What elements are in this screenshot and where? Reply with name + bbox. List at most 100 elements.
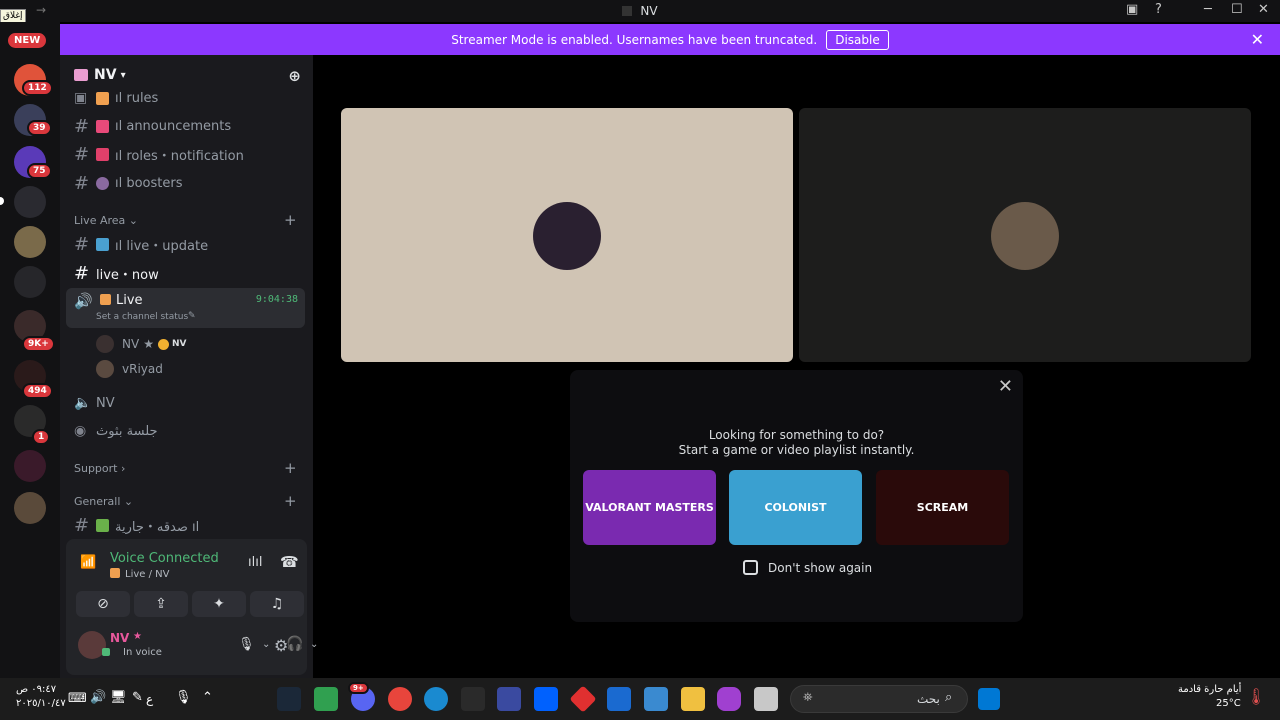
windows-start-icon[interactable] [978,688,1000,710]
outlook-icon[interactable] [607,687,631,711]
chrome-icon[interactable] [388,687,412,711]
clock-date[interactable]: ٢٠٢٥/١٠/٤٧ [16,698,66,709]
camera-off-button[interactable]: ⊘ [76,591,130,617]
participant-tile[interactable] [799,108,1251,362]
chevron-down-icon[interactable]: ⌄ [310,639,318,650]
close-tag[interactable]: إغلاق [0,9,26,23]
clock-time[interactable]: ٠٩:٤٧ ص [16,684,56,695]
avatar [96,360,114,378]
epic-games-icon[interactable] [461,687,485,711]
guild-icon [74,69,88,81]
dropbox-icon[interactable] [534,687,558,711]
voice-channel-live[interactable]: 🔊 Live 9:04:38 Set a channel status ✎ [66,288,305,328]
server-folder-icon[interactable] [14,266,46,298]
volume-icon[interactable]: 🔊 [90,690,106,705]
stage-channel[interactable]: ◉ جلسة بثوث [66,418,307,444]
disable-streamer-button[interactable]: Disable [826,29,889,50]
stage-icon: ◉ [74,423,87,439]
dismiss-banner-icon[interactable]: ✕ [1251,30,1264,49]
channel-status[interactable]: Set a channel status [96,312,188,322]
chevron-up-icon[interactable]: ⌃ [202,690,213,705]
add-channel-icon[interactable]: + [284,492,297,510]
category-live-area[interactable]: Live Area ⌄ + [74,211,297,229]
edge-icon[interactable] [424,687,448,711]
file-explorer-icon[interactable] [681,687,705,711]
screen-share-button[interactable]: ⇪ [134,591,188,617]
weather-temp[interactable]: 25°C [1216,698,1241,709]
gamebar-icon[interactable] [314,687,338,711]
notification-icon[interactable]: ✎ [132,690,143,705]
category-support[interactable]: Support › + [74,459,297,477]
inbox-icon[interactable]: ▣ [1126,2,1138,17]
language-indicator[interactable]: ع [146,692,153,706]
channel-boosters[interactable]: # ıl boosters [66,170,307,196]
game-card-valorant[interactable]: VALORANT MASTERS [583,470,716,545]
game-card-scream[interactable]: SCREAM [876,470,1009,545]
category-general[interactable]: Generall ⌄ + [74,492,297,510]
participant-tile[interactable] [341,108,793,362]
maximize-icon[interactable]: ☐ [1231,2,1243,17]
channel-announcements[interactable]: # ıl announcements [66,113,307,139]
help-icon[interactable]: ? [1155,2,1162,17]
channel-live-now[interactable]: # live・now [66,260,307,286]
channel-rules[interactable]: ▣ ıl rules [66,86,307,110]
server-icon[interactable] [14,186,46,218]
disconnect-icon[interactable]: ☎ [280,553,299,571]
add-channel-icon[interactable]: + [284,211,297,229]
network-icon[interactable]: 🖥 [110,690,127,705]
voice-user[interactable]: vRiyad [96,360,163,378]
microphone-icon[interactable]: 🎙 [175,690,192,705]
soundboard-button[interactable]: ♫ [250,591,304,617]
lighthouse-icon: ⛯ [803,690,813,704]
noise-suppression-icon[interactable]: ılıl [248,555,262,570]
channel-sadaqa[interactable]: # صدقه・جارية ıl [66,512,307,538]
steam-icon[interactable] [277,687,301,711]
server-icon[interactable] [14,492,46,524]
microphone-icon[interactable]: 🎙 [238,637,255,652]
rules-channel-icon: ▣ [74,90,88,106]
booster-icon [96,176,109,190]
game-title: SCREAM [916,501,969,514]
search-placeholder: بحث [917,692,940,706]
server-icon[interactable] [14,450,46,482]
activity-subheadline: Start a game or video playlist instantly… [678,443,915,457]
channel-name: ıl live・update [115,238,209,254]
copilot-icon[interactable] [717,687,741,711]
thermometer-icon[interactable]: 🌡 [1246,687,1266,706]
hash-icon: # [74,514,90,536]
tray-icon[interactable]: ⌨ [68,691,87,706]
taskbar-search[interactable]: ⛯ بحث ⌕ [790,685,968,713]
pencil-icon[interactable]: ✎ [188,311,196,321]
close-icon[interactable]: ✕ [998,376,1013,397]
add-channel-icon[interactable]: + [284,459,297,477]
voice-connected-label[interactable]: Voice Connected [110,551,219,566]
signal-icon[interactable]: 📶 [80,555,96,570]
app-icon[interactable] [497,687,521,711]
channel-name: NV [96,395,115,411]
weather-text[interactable]: أيام حارة قادمة [1178,684,1241,695]
close-window-icon[interactable]: ✕ [1258,2,1269,17]
dont-show-again[interactable]: Don't show again [743,560,872,575]
app-icon[interactable] [754,687,778,711]
voice-user[interactable]: NV ★ NV [96,335,186,353]
game-card-colonist[interactable]: COLONIST [729,470,862,545]
channel-name: ıl announcements [115,118,232,134]
voice-location[interactable]: Live / NV [125,569,169,580]
channel-roles[interactable]: # ıl roles・notification [66,141,307,167]
hash-icon: # [74,172,90,194]
store-icon[interactable] [644,687,668,711]
settings-icon[interactable]: ⚙ [274,636,288,655]
dont-show-checkbox[interactable] [743,560,758,575]
server-icon[interactable] [14,226,46,258]
chevron-down-icon[interactable]: ⌄ [262,639,270,650]
minimize-icon[interactable]: ─ [1204,2,1212,17]
channel-emoji-icon [110,568,120,578]
app-icon[interactable] [569,685,597,713]
channel-live-update[interactable]: # ıl live・update [66,231,307,257]
voice-channel-nv[interactable]: 🔈 NV [66,390,307,416]
back-arrow-icon[interactable]: → [36,3,46,17]
category-label: Support [74,462,118,475]
headphones-icon[interactable]: 🎧 [286,636,303,652]
invite-people-icon[interactable]: ⊕ [288,67,301,85]
activities-button[interactable]: ✦ [192,591,246,617]
